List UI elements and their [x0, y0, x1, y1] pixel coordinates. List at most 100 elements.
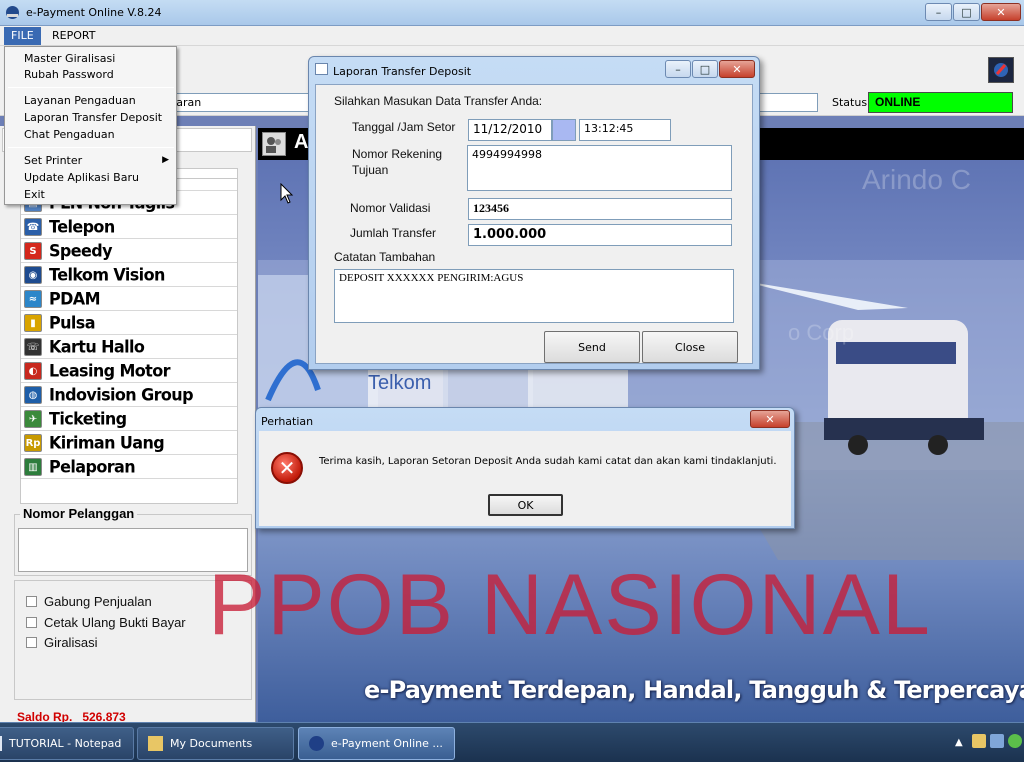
- service-label: Ticketing: [49, 408, 127, 429]
- speedy-icon: S: [24, 242, 42, 260]
- menu-laporan-transfer-deposit[interactable]: Laporan Transfer Deposit: [24, 111, 162, 124]
- service-item[interactable]: S Speedy: [21, 239, 237, 263]
- menu-update-aplikasi[interactable]: Update Aplikasi Baru: [24, 171, 139, 184]
- taskbar-epayment[interactable]: e-Payment Online ...: [298, 727, 455, 760]
- kiriman-uang-icon: Rp: [24, 434, 42, 452]
- security-icon[interactable]: [1008, 734, 1022, 748]
- service-label: Pelaporan: [49, 456, 136, 477]
- service-label: Leasing Motor: [49, 360, 171, 381]
- catatan-input[interactable]: DEPOSIT XXXXXX PENGIRIM:AGUS: [334, 269, 734, 323]
- service-item[interactable]: ▮ Pulsa: [21, 311, 237, 335]
- maximize-button[interactable]: □: [953, 3, 980, 21]
- pelaporan-icon: ▥: [24, 458, 42, 476]
- service-item[interactable]: ▥ Pelaporan: [21, 455, 237, 479]
- app-icon: [309, 736, 324, 751]
- alert-dialog-body: ✕ Terima kasih, Laporan Setoran Deposit …: [259, 431, 791, 526]
- leasing-motor-icon: ◐: [24, 362, 42, 380]
- menu-separator: [8, 147, 174, 148]
- banner-headline: PPOB NASIONAL: [208, 557, 932, 653]
- app-icon: [6, 6, 19, 19]
- close-dialog-button[interactable]: Close: [642, 331, 738, 363]
- dialog-maximize-button[interactable]: □: [692, 60, 718, 78]
- rekening-label: Nomor Rekening: [352, 147, 443, 161]
- menu-layanan-pengaduan[interactable]: Layanan Pengaduan: [24, 94, 136, 107]
- network-icon[interactable]: [990, 734, 1004, 748]
- tanggal-input[interactable]: 11/12/2010: [468, 119, 552, 141]
- alert-dialog-title: Perhatian: [261, 415, 314, 428]
- pulsa-icon: ▮: [24, 314, 42, 332]
- status-value: ONLINE: [868, 92, 1013, 113]
- jam-input[interactable]: 13:12:45: [579, 119, 671, 141]
- network-folder-icon[interactable]: [972, 734, 986, 748]
- service-item[interactable]: ◉ Telkom Vision: [21, 263, 237, 287]
- jumlah-input[interactable]: 1.000.000: [468, 224, 732, 246]
- service-item[interactable]: Rp Kiriman Uang: [21, 431, 237, 455]
- watermark-text-2: o Corp: [788, 320, 855, 345]
- rekening-input[interactable]: 4994994998: [467, 145, 732, 191]
- window-title: e-Payment Online V.8.24: [26, 6, 162, 19]
- kartu-hallo-icon: ☏: [24, 338, 42, 356]
- deposit-dialog-body: Silahkan Masukan Data Transfer Anda: Tan…: [315, 84, 753, 364]
- menu-master-giralisasi[interactable]: Master Giralisasi: [24, 52, 115, 65]
- pdam-icon: ≈: [24, 290, 42, 308]
- window-title-bar[interactable]: e-Payment Online V.8.24 – □ ✕: [0, 0, 1024, 26]
- taskbar: TUTORIAL - Notepad My Documents e-Paymen…: [0, 722, 1024, 762]
- giralisasi-checkbox[interactable]: Giralisasi: [26, 635, 97, 650]
- dialog-close-button[interactable]: ✕: [719, 60, 755, 78]
- service-item[interactable]: ☏ Kartu Hallo: [21, 335, 237, 359]
- menu-set-printer[interactable]: Set Printer: [24, 154, 82, 167]
- taskbar-notepad[interactable]: TUTORIAL - Notepad: [0, 727, 134, 760]
- tanggal-label: Tanggal /Jam Setor: [352, 120, 456, 134]
- dialog-minimize-button[interactable]: –: [665, 60, 691, 78]
- telkom-vision-icon: ◉: [24, 266, 42, 284]
- status-label: Status: [832, 96, 868, 109]
- menu-exit[interactable]: Exit: [24, 188, 45, 201]
- date-picker-button[interactable]: [552, 119, 576, 141]
- cetak-ulang-label: Cetak Ulang Bukti Bayar: [44, 615, 186, 630]
- menu-file[interactable]: FILE: [4, 27, 41, 45]
- validasi-input[interactable]: 123456: [468, 198, 732, 220]
- user-icon[interactable]: [262, 132, 286, 156]
- service-item[interactable]: ✈ Ticketing: [21, 407, 237, 431]
- menu-separator: [8, 87, 174, 88]
- service-item[interactable]: ◐ Leasing Motor: [21, 359, 237, 383]
- payment-type-field[interactable]: ayaran: [158, 93, 308, 112]
- error-icon: ✕: [271, 452, 303, 484]
- intro-label: Silahkan Masukan Data Transfer Anda:: [334, 94, 543, 108]
- service-item[interactable]: ≈ PDAM: [21, 287, 237, 311]
- saldo-box: Saldo Rp. 526.873: [14, 704, 252, 722]
- payment-type-field-end[interactable]: [758, 93, 818, 112]
- service-label: Kiriman Uang: [49, 432, 165, 453]
- service-label: Telepon: [49, 216, 115, 237]
- alert-close-button[interactable]: ✕: [750, 410, 790, 428]
- minimize-button[interactable]: –: [925, 3, 952, 21]
- alert-message: Terima kasih, Laporan Setoran Deposit An…: [319, 456, 777, 467]
- catatan-label: Catatan Tambahan: [334, 250, 436, 264]
- watermark-text: Arindo C: [862, 164, 971, 195]
- menu-rubah-password[interactable]: Rubah Password: [24, 68, 114, 81]
- banner-tagline: e-Payment Terdepan, Handal, Tangguh & Te…: [364, 676, 1024, 704]
- menu-chat-pengaduan[interactable]: Chat Pengaduan: [24, 128, 115, 141]
- deposit-dialog-title: Laporan Transfer Deposit: [333, 65, 472, 78]
- checkbox-icon: [26, 617, 37, 628]
- rekening-label-2: Tujuan: [352, 163, 389, 177]
- ok-button[interactable]: OK: [488, 494, 563, 516]
- service-item[interactable]: ☎ Telepon: [21, 215, 237, 239]
- taskbar-my-documents[interactable]: My Documents: [137, 727, 294, 760]
- giralisasi-label: Giralisasi: [44, 635, 98, 650]
- service-label: Speedy: [49, 240, 113, 261]
- app-logo-icon[interactable]: [988, 57, 1014, 83]
- service-list: ⚡PLN Prepaid▤PLN Non Taglis☎TeleponSSpee…: [20, 178, 238, 504]
- gabung-penjualan-checkbox[interactable]: Gabung Penjualan: [26, 594, 152, 609]
- menu-report[interactable]: REPORT: [45, 27, 102, 45]
- taskbar-epayment-label: e-Payment Online ...: [331, 737, 443, 750]
- tray-expand-icon[interactable]: ▲: [955, 737, 963, 748]
- checkbox-icon: [26, 596, 37, 607]
- close-button[interactable]: ✕: [981, 3, 1021, 21]
- service-item[interactable]: ◍ Indovision Group: [21, 383, 237, 407]
- send-button[interactable]: Send: [544, 331, 640, 363]
- alert-dialog: Perhatian ✕ ✕ Terima kasih, Laporan Seto…: [255, 407, 795, 529]
- cetak-ulang-checkbox[interactable]: Cetak Ulang Bukti Bayar: [26, 615, 186, 630]
- submenu-arrow-icon: ▶: [162, 155, 169, 165]
- telepon-icon: ☎: [24, 218, 42, 236]
